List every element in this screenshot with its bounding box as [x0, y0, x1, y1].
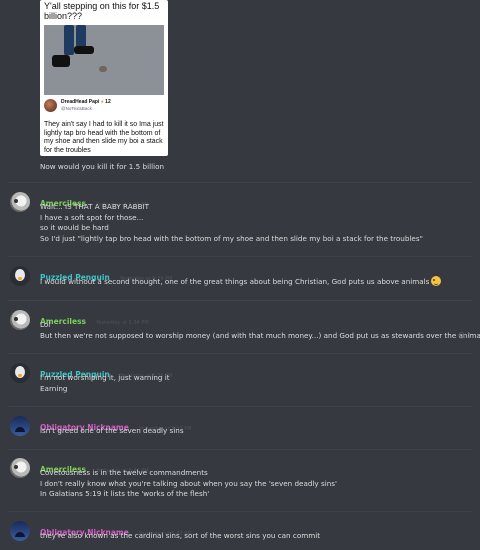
- chat-log: Y'all stepping on this for $1.5 billion?…: [0, 0, 480, 550]
- baby-rabbit: [99, 66, 107, 72]
- divider: [8, 256, 472, 257]
- message-line: So I'd just "lightly tap bro head with t…: [40, 233, 423, 243]
- message-line: Earning: [40, 383, 68, 393]
- avatar-puzzled-penguin[interactable]: [10, 266, 30, 286]
- tweet-text: They ain't say I had to kill it so Ima j…: [44, 121, 164, 154]
- tweet-badge: 12: [105, 99, 111, 105]
- smile-emoji-icon: [431, 276, 442, 286]
- reaction-count: 1: [467, 332, 472, 340]
- divider: [8, 449, 472, 450]
- message-line: I'm not worshiping it, just warning it: [40, 373, 170, 382]
- tweet-header: DreadHead Papi ● 12 @NoTextsBack: [44, 99, 164, 115]
- tweet-name: DreadHead Papi: [61, 99, 100, 105]
- tweet-emoji-icon: ●: [100, 99, 104, 105]
- message-line: they're also known as the cardinal sins,…: [40, 531, 321, 540]
- tweet-avatar: [44, 99, 57, 112]
- message-line: But then we're not supposed to worship m…: [40, 330, 480, 340]
- avatar-obligatory-nickname[interactable]: [10, 521, 30, 541]
- divider: [8, 182, 472, 183]
- message-line: I don't really know what you're talking …: [40, 478, 337, 488]
- avatar-puzzled-penguin[interactable]: [10, 363, 30, 383]
- reaction-emoji-icon: ☺: [457, 332, 466, 340]
- message-caption: Now would you kill it for 1.5 billion: [40, 162, 165, 171]
- message-line: In Galatians 5:19 it lists the 'works of…: [40, 489, 210, 498]
- message-line: I have a soft spot for those...: [40, 212, 144, 222]
- message-line: Lol: [40, 320, 51, 329]
- divider: [8, 300, 472, 301]
- avatar-amerciless[interactable]: [10, 192, 30, 212]
- meme-image-embed[interactable]: Y'all stepping on this for $1.5 billion?…: [40, 0, 168, 156]
- tweet-handle: @NoTextsBack: [61, 106, 92, 111]
- meme-photo: [44, 25, 164, 95]
- divider: [8, 353, 472, 354]
- message-line: Covetousness is in the twelve commandmen…: [40, 468, 208, 477]
- divider: [8, 511, 472, 512]
- message-line: so it would be hard: [40, 223, 109, 232]
- avatar-amerciless[interactable]: [10, 310, 30, 330]
- message-line: isn't greed one of the seven deadly sins: [40, 426, 184, 435]
- avatar-amerciless[interactable]: [10, 458, 30, 478]
- avatar-obligatory-nickname[interactable]: [10, 416, 30, 436]
- divider: [8, 406, 472, 407]
- message-line: I would without a second thought, one of…: [40, 277, 430, 286]
- meme-title: Y'all stepping on this for $1.5 billion?…: [44, 1, 160, 21]
- reaction-badge[interactable]: ☺ 1: [458, 332, 472, 340]
- message-line: Wait... IS THAT A BABY RABBIT: [40, 202, 150, 211]
